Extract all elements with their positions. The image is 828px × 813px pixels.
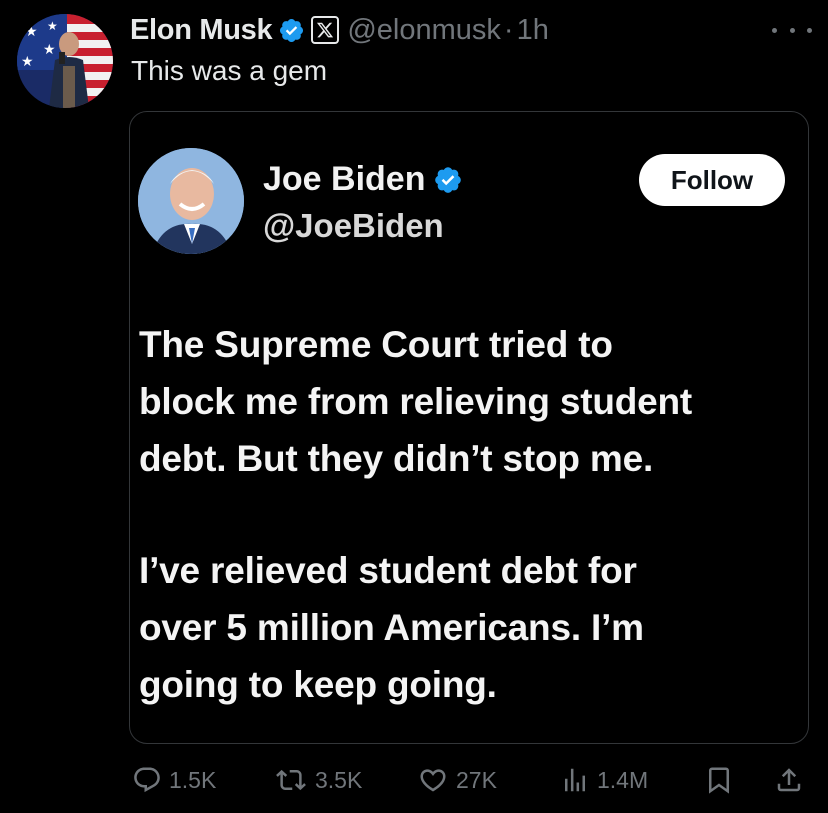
bookmark-button[interactable] xyxy=(704,758,734,802)
quoted-handle: @JoeBiden xyxy=(263,207,444,244)
tweet: ★ ★ ★ ★ Elon Musk @elonmusk · 1h This wa… xyxy=(0,0,828,813)
author-name[interactable]: Elon Musk xyxy=(130,14,273,47)
repost-button[interactable]: 3.5K xyxy=(274,758,362,802)
bookmark-icon xyxy=(704,765,734,795)
svg-text:★: ★ xyxy=(47,19,58,33)
views-icon xyxy=(560,765,590,795)
views-button[interactable]: 1.4M xyxy=(560,758,648,802)
verified-badge-icon xyxy=(433,165,463,195)
repost-icon xyxy=(274,765,308,795)
quoted-line: going to keep going. xyxy=(139,664,497,705)
svg-text:★: ★ xyxy=(25,23,38,39)
tweet-text: This was a gem xyxy=(131,55,328,86)
share-button[interactable] xyxy=(774,758,804,802)
post-time[interactable]: 1h xyxy=(517,14,549,47)
quoted-avatar xyxy=(138,148,244,254)
quoted-line: I’ve relieved student debt for xyxy=(139,550,637,591)
like-count: 27K xyxy=(456,766,497,793)
author-avatar[interactable]: ★ ★ ★ ★ xyxy=(17,14,113,108)
repost-count: 3.5K xyxy=(315,766,363,793)
action-bar: 1.5K 3.5K 27K 1.4M xyxy=(0,758,828,802)
quoted-line: over 5 million Americans. I’m xyxy=(139,607,644,648)
quoted-body: The Supreme Court tried to block me from… xyxy=(139,316,799,713)
follow-button: Follow xyxy=(639,154,785,206)
quoted-line: The Supreme Court tried to xyxy=(139,324,613,365)
reply-icon xyxy=(132,765,162,795)
attached-image[interactable]: Joe Biden @JoeBiden Follow The Supreme C… xyxy=(129,111,809,744)
x-affiliation-icon[interactable] xyxy=(311,16,340,44)
tweet-header: Elon Musk @elonmusk · 1h xyxy=(130,10,549,50)
svg-text:★: ★ xyxy=(21,53,34,69)
reply-button[interactable]: 1.5K xyxy=(132,758,216,802)
like-icon xyxy=(417,765,449,795)
reply-count: 1.5K xyxy=(169,766,217,793)
quoted-paragraph: The Supreme Court tried to block me from… xyxy=(139,316,799,487)
quoted-name-row: Joe Biden xyxy=(263,160,463,199)
quoted-line: block me from relieving student xyxy=(139,381,693,422)
quoted-name: Joe Biden xyxy=(263,160,426,198)
share-icon xyxy=(774,765,804,795)
views-count: 1.4M xyxy=(597,766,649,793)
quoted-paragraph: I’ve relieved student debt for over 5 mi… xyxy=(139,542,799,713)
svg-text:★: ★ xyxy=(43,41,56,57)
more-icon[interactable] xyxy=(772,18,812,42)
author-handle[interactable]: @elonmusk xyxy=(347,14,501,47)
verified-badge-icon[interactable] xyxy=(278,17,305,44)
quoted-line: debt. But they didn’t stop me. xyxy=(139,438,654,479)
like-button[interactable]: 27K xyxy=(417,758,497,802)
separator-dot: · xyxy=(503,13,514,46)
